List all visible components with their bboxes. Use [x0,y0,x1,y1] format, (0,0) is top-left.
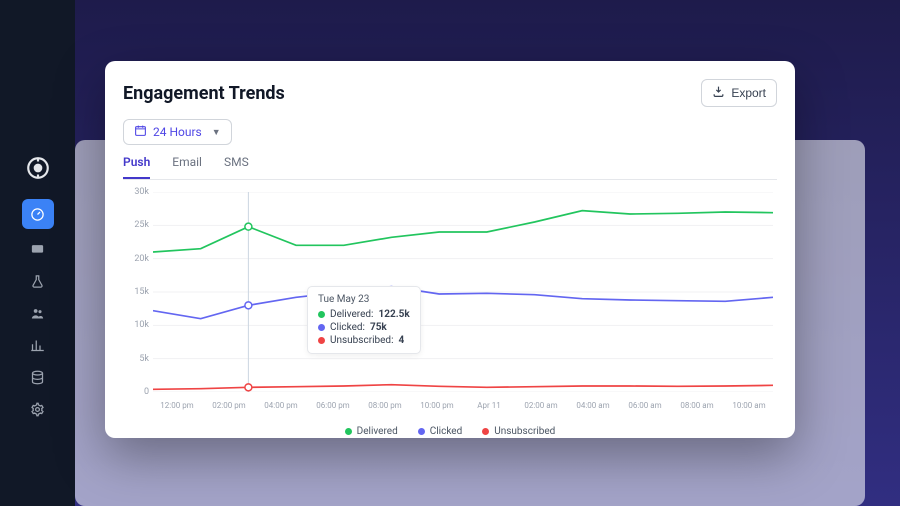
tooltip-date: Tue May 23 [318,294,410,305]
time-range-picker[interactable]: 24 Hours ▼ [123,119,232,145]
export-icon [712,85,725,101]
y-tick: 25k [121,220,149,230]
channel-tabs: Push Email SMS [123,155,777,180]
chart-tooltip: Tue May 23 Delivered: 122.5k Clicked: 75… [307,286,421,354]
x-tick: 06:00 pm [309,401,357,410]
x-tick: 04:00 pm [257,401,305,410]
sidebar [0,0,75,506]
chevron-down-icon: ▼ [212,127,221,138]
y-tick: 15k [121,287,149,297]
x-tick: 06:00 am [621,401,669,410]
x-axis-labels: 12:00 pm 02:00 pm 04:00 pm 06:00 pm 08:00 pm… [153,401,773,410]
tab-sms[interactable]: SMS [224,155,249,179]
x-tick: 08:00 am [673,401,721,410]
y-tick: 0 [121,387,149,397]
dot-icon [318,311,325,318]
dot-icon [418,428,425,435]
x-tick: 02:00 pm [205,401,253,410]
x-tick: 10:00 pm [413,401,461,410]
chart-legend: Delivered Clicked Unsubscribed [123,426,777,437]
dot-icon [482,428,489,435]
calendar-icon [134,124,147,140]
nav-users[interactable] [20,301,56,325]
x-tick: 10:00 am [725,401,773,410]
y-tick: 5k [121,354,149,364]
nav-experiments[interactable] [20,269,56,293]
dot-icon [345,428,352,435]
time-range-label: 24 Hours [153,125,202,139]
y-tick: 20k [121,254,149,264]
page-title: Engagement Trends [123,83,285,104]
x-tick: 08:00 pm [361,401,409,410]
y-tick: 30k [121,187,149,197]
app-logo-icon [25,155,51,181]
tab-email[interactable]: Email [172,155,202,179]
x-tick: Apr 11 [465,401,513,410]
nav-messages[interactable] [20,237,56,261]
dot-icon [318,324,325,331]
chart-area: 0 5k 10k 15k 20k 25k 30k 12:00 pm 02:00 pm 04:00… [123,186,777,416]
engagement-modal: Engagement Trends Export 24 Hours ▼ Push… [105,61,795,438]
nav-settings[interactable] [20,397,56,421]
tab-push[interactable]: Push [123,155,150,179]
nav-analytics[interactable] [20,333,56,357]
nav-dashboard[interactable] [22,199,54,229]
dot-icon [318,337,325,344]
export-label: Export [731,86,766,100]
nav-data[interactable] [20,365,56,389]
line-chart[interactable] [153,192,773,392]
x-tick: 02:00 am [517,401,565,410]
export-button[interactable]: Export [701,79,777,107]
y-tick: 10k [121,320,149,330]
x-tick: 12:00 pm [153,401,201,410]
x-tick: 04:00 am [569,401,617,410]
